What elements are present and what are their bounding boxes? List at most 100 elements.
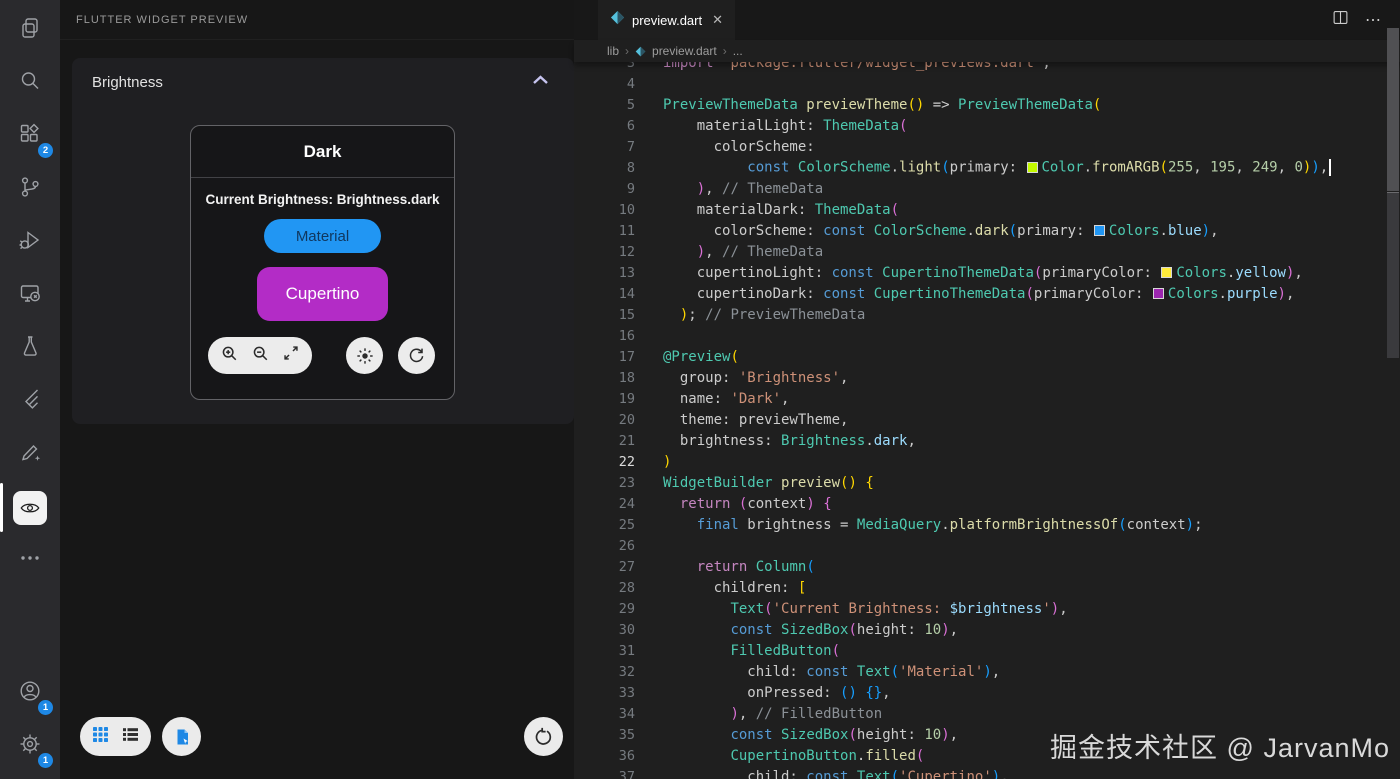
- preview-name: Dark: [191, 126, 454, 178]
- line-number: 32: [574, 664, 635, 680]
- chevron-up-icon[interactable]: [531, 73, 550, 91]
- preview-controls: [191, 337, 454, 374]
- breadcrumb: lib›preview.dart›...: [574, 40, 1400, 62]
- line-content: CupertinoButton.filled(: [635, 748, 924, 764]
- restart-preview-button[interactable]: [524, 717, 563, 756]
- badge: 2: [38, 143, 53, 158]
- refresh-preview-button[interactable]: [398, 337, 435, 374]
- line-content: children: [: [635, 580, 806, 596]
- line-content: onPressed: () {},: [635, 685, 891, 701]
- line-number: 4: [574, 76, 635, 92]
- line-number: 21: [574, 433, 635, 449]
- code-area[interactable]: 3import 'package:flutter/widget_previews…: [574, 62, 1400, 779]
- split-editor-icon[interactable]: [1332, 9, 1349, 31]
- line-content: materialLight: ThemeData(: [635, 118, 907, 134]
- activity-bar-item-explorer[interactable]: [0, 4, 60, 57]
- layout-list-button[interactable]: [121, 725, 140, 749]
- code-line: 37 child: const Text('Cupertino'),: [574, 766, 1400, 779]
- line-number: 25: [574, 517, 635, 533]
- group-title: Brightness: [92, 74, 163, 91]
- remote-icon: [18, 281, 42, 310]
- line-number: 30: [574, 622, 635, 638]
- more-actions-icon[interactable]: ⋯: [1365, 10, 1382, 30]
- preview-body: Current Brightness: Brightness.dark Mate…: [191, 178, 454, 399]
- activity-bar-bottom: 11: [0, 667, 60, 773]
- brightness-group-header[interactable]: Brightness: [72, 58, 574, 91]
- debug-icon: [18, 228, 42, 257]
- code-line: 27 return Column(: [574, 556, 1400, 577]
- tab-close-icon[interactable]: ✕: [712, 12, 723, 28]
- breadcrumb-item[interactable]: lib: [607, 44, 619, 58]
- line-number: 22: [574, 454, 635, 470]
- line-number: 14: [574, 286, 635, 302]
- expand-icon[interactable]: [282, 344, 300, 367]
- activity-bar-item-remote-explorer[interactable]: [0, 269, 60, 322]
- material-button[interactable]: Material: [264, 219, 381, 253]
- line-number: 12: [574, 244, 635, 260]
- color-swatch: [1153, 288, 1164, 299]
- active-indicator: [0, 483, 3, 532]
- line-number: 6: [574, 118, 635, 134]
- activity-bar-item-flutter[interactable]: [0, 375, 60, 428]
- files-icon: [18, 16, 42, 45]
- code-line: 30 const SizedBox(height: 10),: [574, 619, 1400, 640]
- zoom-in-icon[interactable]: [220, 344, 239, 368]
- activity-bar-item-extensions[interactable]: 2: [0, 110, 60, 163]
- code-line: 4: [574, 73, 1400, 94]
- scrollbar-thumb[interactable]: [1387, 28, 1399, 191]
- brightness-toggle-button[interactable]: [346, 337, 383, 374]
- line-content: materialDark: ThemeData(: [635, 202, 899, 218]
- zoom-controls: [208, 337, 312, 374]
- code-line: 12 ), // ThemeData: [574, 241, 1400, 262]
- code-line: 21 brightness: Brightness.dark,: [574, 430, 1400, 451]
- layout-toggle: [80, 717, 151, 756]
- code-line: 25 final brightness = MediaQuery.platfor…: [574, 514, 1400, 535]
- code-line: 24 return (context) {: [574, 493, 1400, 514]
- line-number: 18: [574, 370, 635, 386]
- line-content: const ColorScheme.light(primary: Color.f…: [635, 159, 1331, 176]
- open-file-button[interactable]: [162, 717, 201, 756]
- activity-bar-item-run-and-debug[interactable]: [0, 216, 60, 269]
- code-line: 23WidgetBuilder preview() {: [574, 472, 1400, 493]
- line-number: 33: [574, 685, 635, 701]
- activity-bar-item-additional-views[interactable]: [0, 534, 60, 587]
- code-line: 19 name: 'Dark',: [574, 388, 1400, 409]
- breadcrumb-item[interactable]: ...: [733, 44, 743, 58]
- line-content: ), // ThemeData: [635, 181, 823, 197]
- line-number: 31: [574, 643, 635, 659]
- breadcrumb-item[interactable]: preview.dart: [652, 44, 717, 58]
- activity-bar-item-settings[interactable]: 1: [0, 720, 60, 773]
- line-number: 27: [574, 559, 635, 575]
- code-line: 33 onPressed: () {},: [574, 682, 1400, 703]
- line-content: Text('Current Brightness: $brightness'),: [635, 601, 1068, 617]
- editor-scrollbar[interactable]: [1386, 0, 1400, 779]
- eye-icon: [13, 491, 47, 525]
- brightness-status-text: Current Brightness: Brightness.dark: [205, 192, 439, 207]
- line-content: child: const Text('Cupertino'),: [635, 769, 1009, 779]
- layout-grid-button[interactable]: [91, 725, 110, 749]
- activity-bar-item-testing[interactable]: [0, 322, 60, 375]
- tab-preview-dart[interactable]: preview.dart ✕: [598, 0, 735, 40]
- line-number: 26: [574, 538, 635, 554]
- activity-bar-item-accounts[interactable]: 1: [0, 667, 60, 720]
- vscode-window: 2 11 FLUTTER WIDGET PREVIEW Brightness D…: [0, 0, 1400, 779]
- breadcrumb-separator: ›: [625, 44, 629, 58]
- zoom-out-icon[interactable]: [251, 344, 270, 368]
- code-line: 9 ), // ThemeData: [574, 178, 1400, 199]
- line-content: final brightness = MediaQuery.platformBr…: [635, 517, 1203, 533]
- color-swatch: [1027, 162, 1038, 173]
- activity-bar-item-edit-tools[interactable]: [0, 428, 60, 481]
- line-content: cupertinoLight: const CupertinoThemeData…: [635, 265, 1303, 281]
- cupertino-button[interactable]: Cupertino: [257, 267, 388, 321]
- activity-bar-item-source-control[interactable]: [0, 163, 60, 216]
- line-content: return Column(: [635, 559, 815, 575]
- activity-bar-item-flutter-widget-preview[interactable]: [0, 481, 60, 534]
- dart-icon: [635, 46, 646, 57]
- flutter-widget-preview-panel: FLUTTER WIDGET PREVIEW Brightness Dark C…: [60, 0, 574, 779]
- code-line: 6 materialLight: ThemeData(: [574, 115, 1400, 136]
- line-content: return (context) {: [635, 496, 832, 512]
- color-swatch: [1094, 225, 1105, 236]
- activity-bar-item-search[interactable]: [0, 57, 60, 110]
- line-number: 36: [574, 748, 635, 764]
- code-line: 18 group: 'Brightness',: [574, 367, 1400, 388]
